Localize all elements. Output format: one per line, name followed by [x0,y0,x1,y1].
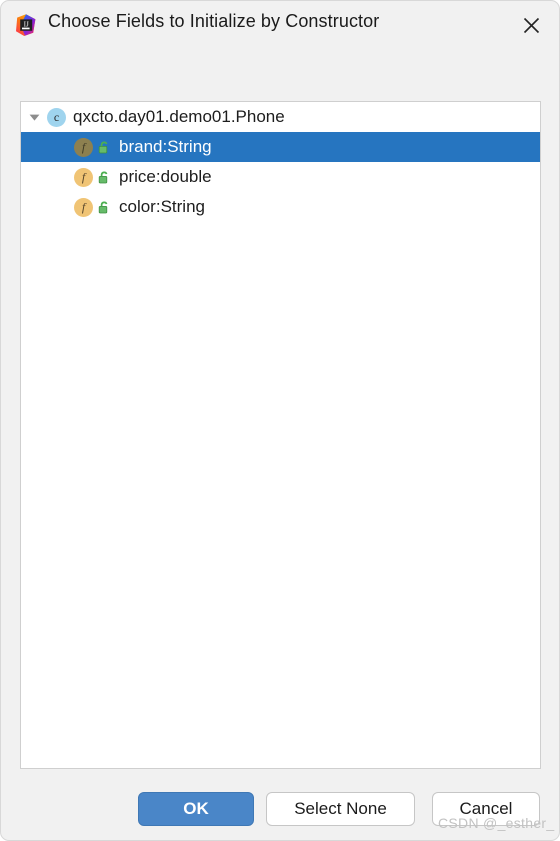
chevron-down-icon[interactable] [21,111,47,124]
tree-row-label: color:String [119,197,205,216]
tree-row-class[interactable]: c qxcto.day01.demo01.Phone [21,102,540,132]
select-none-button[interactable]: Select None [266,792,415,826]
tree-row-label: brand:String [119,137,212,156]
field-icon: f [74,197,93,217]
ok-button[interactable]: OK [138,792,254,826]
cancel-button[interactable]: Cancel [432,792,540,826]
unlock-public-icon [97,199,111,215]
svg-text:IJ: IJ [24,21,29,29]
dialog-title: Choose Fields to Initialize by Construct… [48,11,380,31]
close-icon [523,17,540,34]
tree-row-field[interactable]: f brand:String [21,132,540,162]
class-icon: c [47,107,66,127]
unlock-public-icon [97,169,111,185]
dialog-titlebar: IJ Choose Fields to Initialize by Constr… [1,1,559,49]
tree-row-label: qxcto.day01.demo01.Phone [73,107,285,126]
fields-tree-panel[interactable]: c qxcto.day01.demo01.Phone f brand:Strin… [20,101,541,769]
tree-row-label: price:double [119,167,212,186]
dialog-toolbar: a z c [1,57,559,153]
tree-row-field[interactable]: f color:String [21,192,540,222]
close-button[interactable] [511,7,551,43]
tree-row-field[interactable]: f price:double [21,162,540,192]
field-icon: f [74,167,93,187]
intellij-idea-logo-icon: IJ [14,13,38,37]
unlock-public-icon [97,139,111,155]
choose-fields-dialog: IJ Choose Fields to Initialize by Constr… [0,0,560,841]
field-icon: f [74,137,93,157]
